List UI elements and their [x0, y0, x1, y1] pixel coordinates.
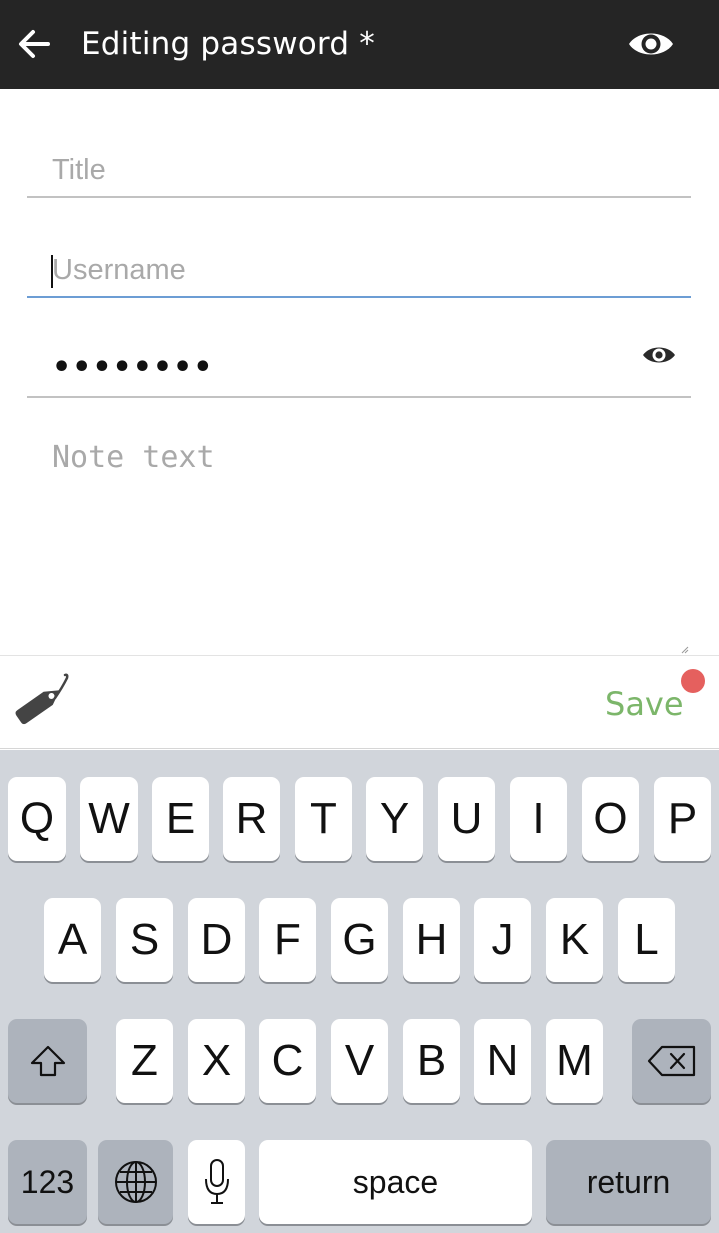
globe-icon [114, 1161, 157, 1203]
note-area [27, 420, 691, 656]
key-label: H [415, 915, 448, 964]
tag-icon[interactable] [10, 670, 70, 730]
key-w[interactable]: W [80, 777, 138, 861]
key-label: O [593, 794, 628, 843]
key-label: U [450, 794, 483, 843]
app-bar: Editing password * [0, 0, 719, 89]
key-label: 123 [20, 1163, 75, 1200]
key-z[interactable]: Z [116, 1019, 173, 1103]
key-q[interactable]: Q [8, 777, 66, 861]
resize-grip-icon[interactable] [679, 644, 689, 654]
key-s[interactable]: S [116, 898, 173, 982]
key-o[interactable]: O [582, 777, 639, 861]
text-cursor [51, 255, 53, 288]
key-l[interactable]: L [618, 898, 675, 982]
microphone-icon [204, 1159, 229, 1204]
key-e[interactable]: E [152, 777, 209, 861]
on-screen-keyboard: Q W E R T Y U I O P A S D F G H J K L Z … [0, 750, 719, 1233]
key-label: F [274, 915, 301, 964]
key-k[interactable]: K [546, 898, 603, 982]
key-j[interactable]: J [474, 898, 531, 982]
key-label: G [342, 915, 377, 964]
note-textarea[interactable] [27, 420, 691, 656]
key-c[interactable]: C [259, 1019, 316, 1103]
key-f[interactable]: F [259, 898, 316, 982]
key-label: T [310, 794, 337, 843]
key-label: A [57, 915, 88, 964]
key-label: L [634, 915, 659, 964]
key-label: I [532, 794, 545, 843]
eye-icon[interactable] [641, 342, 677, 368]
notification-dot [681, 669, 705, 693]
password-masked-value: •••••••• [52, 350, 214, 385]
password-field[interactable]: •••••••• [27, 346, 691, 398]
title-field [27, 146, 691, 198]
username-input[interactable] [52, 246, 612, 294]
key-label: E [165, 794, 196, 843]
key-h[interactable]: H [403, 898, 460, 982]
key-m[interactable]: M [546, 1019, 603, 1103]
key-i[interactable]: I [510, 777, 567, 861]
key-n[interactable]: N [474, 1019, 531, 1103]
key-label: V [344, 1036, 375, 1085]
key-label: Z [131, 1036, 158, 1085]
key-label: R [235, 794, 268, 843]
key-label: N [486, 1036, 519, 1085]
key-label: Y [379, 794, 410, 843]
key-r[interactable]: R [223, 777, 280, 861]
username-field [27, 246, 691, 298]
key-p[interactable]: P [654, 777, 711, 861]
key-label: C [271, 1036, 304, 1085]
eye-icon[interactable] [626, 26, 676, 62]
return-key[interactable]: return [546, 1140, 711, 1224]
key-t[interactable]: T [295, 777, 352, 861]
key-u[interactable]: U [438, 777, 495, 861]
key-label: K [559, 915, 590, 964]
key-label: J [491, 915, 514, 964]
key-label: X [201, 1036, 232, 1085]
key-v[interactable]: V [331, 1019, 388, 1103]
save-button[interactable]: Save [605, 684, 684, 724]
shift-icon [30, 1045, 65, 1077]
key-g[interactable]: G [331, 898, 388, 982]
key-label: D [200, 915, 233, 964]
key-label: return [586, 1163, 671, 1200]
arrow-left-icon[interactable] [14, 24, 54, 64]
key-y[interactable]: Y [366, 777, 423, 861]
backspace-key[interactable] [632, 1019, 711, 1103]
space-key[interactable]: space [259, 1140, 532, 1224]
shift-key[interactable] [8, 1019, 87, 1103]
key-label: Q [19, 794, 55, 843]
key-label: space [352, 1163, 439, 1200]
key-label: S [129, 915, 160, 964]
key-label: W [88, 794, 130, 843]
title-input[interactable] [52, 146, 612, 194]
key-label: B [416, 1036, 447, 1085]
key-label: P [667, 794, 698, 843]
globe-key[interactable] [98, 1140, 173, 1224]
numbers-key[interactable]: 123 [8, 1140, 87, 1224]
key-x[interactable]: X [188, 1019, 245, 1103]
page-title: Editing password * [81, 26, 375, 62]
microphone-key[interactable] [188, 1140, 245, 1224]
key-b[interactable]: B [403, 1019, 460, 1103]
key-label: M [556, 1036, 593, 1085]
backspace-icon [647, 1045, 695, 1077]
key-d[interactable]: D [188, 898, 245, 982]
action-bar: Save [0, 655, 719, 749]
key-a[interactable]: A [44, 898, 101, 982]
